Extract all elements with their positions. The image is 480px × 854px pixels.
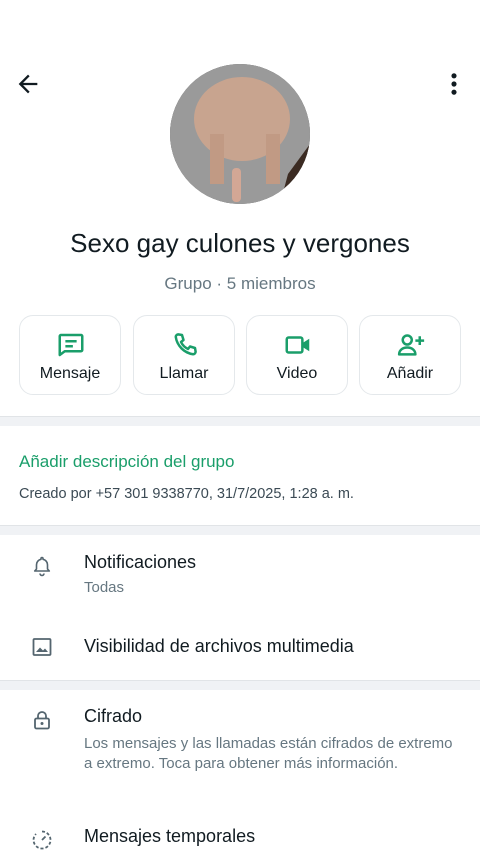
section-divider xyxy=(0,680,480,690)
media-visibility-title: Visibilidad de archivos multimedia xyxy=(84,636,354,656)
add-person-icon xyxy=(397,334,425,356)
back-arrow-icon[interactable] xyxy=(14,70,42,98)
group-name: Sexo gay culones y vergones xyxy=(70,228,410,258)
add-group-description-link[interactable]: Añadir descripción del grupo xyxy=(19,452,234,472)
video-icon xyxy=(285,336,310,354)
message-button[interactable]: Mensaje xyxy=(19,315,121,395)
section-divider xyxy=(0,416,480,426)
temporal-messages-title: Mensajes temporales xyxy=(84,826,256,846)
message-icon xyxy=(58,333,84,357)
group-created-info: Creado por +57 301 9338770, 31/7/2025, 1… xyxy=(19,486,354,502)
message-label: Mensaje xyxy=(39,365,101,382)
timer-icon xyxy=(32,830,52,850)
add-member-button[interactable]: Añadir xyxy=(359,315,461,395)
group-member-count: Grupo · 5 miembros xyxy=(164,274,316,293)
encryption-description: Los mensajes y las llamadas están cifrad… xyxy=(84,735,453,772)
call-button[interactable]: Llamar xyxy=(133,315,235,395)
notifications-title: Notificaciones xyxy=(84,552,197,572)
video-button[interactable]: Video xyxy=(246,315,348,395)
action-buttons: Mensaje Llamar Video Añadir xyxy=(19,315,462,397)
group-avatar[interactable] xyxy=(170,64,310,204)
image-icon xyxy=(32,638,52,656)
add-member-label: Añadir xyxy=(386,365,434,382)
notifications-value: Todas xyxy=(84,579,125,596)
video-label: Video xyxy=(276,365,318,382)
encryption-title: Cifrado xyxy=(84,706,143,726)
group-photo xyxy=(170,64,310,204)
section-divider xyxy=(0,525,480,535)
call-label: Llamar xyxy=(159,365,209,382)
phone-icon xyxy=(174,333,197,356)
more-options-icon[interactable] xyxy=(440,70,468,98)
lock-icon xyxy=(34,711,50,730)
bell-icon xyxy=(33,556,51,577)
